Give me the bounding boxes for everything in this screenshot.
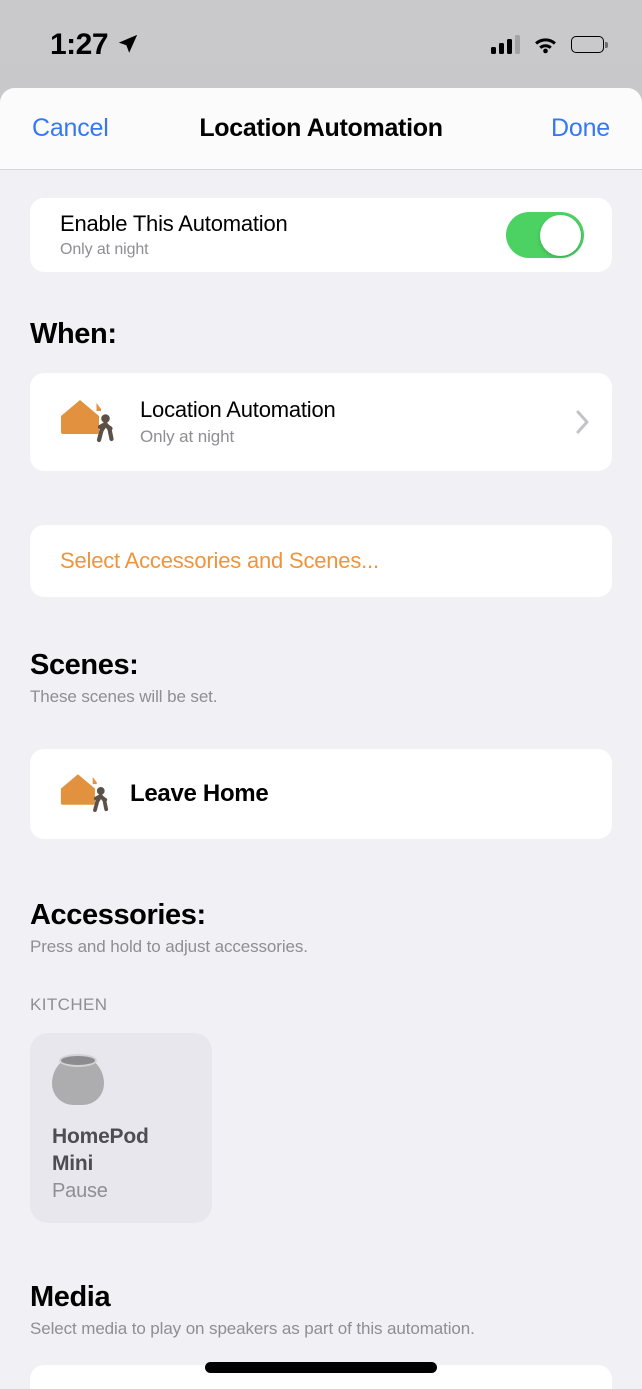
accessories-section-header: Accessories: Press and hold to adjust ac… [30, 899, 612, 957]
location-automation-row[interactable]: Location Automation Only at night [30, 373, 612, 471]
accessory-name: HomePod Mini [52, 1124, 190, 1178]
scenes-heading: Scenes: [30, 649, 612, 682]
scenes-subheading: These scenes will be set. [30, 687, 612, 707]
media-section-header: Media Select media to play on speakers a… [30, 1281, 612, 1339]
enable-automation-title: Enable This Automation [60, 211, 288, 237]
navigation-bar: Cancel Location Automation Done [0, 88, 642, 170]
homepod-mini-icon [52, 1053, 104, 1105]
cancel-button[interactable]: Cancel [32, 114, 109, 143]
toggle-knob [540, 215, 581, 256]
accessories-subheading: Press and hold to adjust accessories. [30, 937, 612, 957]
cellular-signal-icon [491, 34, 520, 54]
accessory-state: Pause [52, 1180, 190, 1203]
scenes-section-header: Scenes: These scenes will be set. [30, 649, 612, 707]
location-arrow-icon [117, 33, 139, 55]
home-leaving-icon [60, 770, 112, 818]
location-automation-title: Location Automation [140, 397, 576, 423]
enable-automation-subtitle: Only at night [60, 241, 288, 259]
scene-row-leave-home[interactable]: Leave Home [30, 749, 612, 839]
status-bar-left: 1:27 [50, 28, 139, 60]
status-bar-clock: 1:27 [50, 28, 108, 60]
modal-sheet: Cancel Location Automation Done Enable T… [0, 88, 642, 1389]
scene-name: Leave Home [130, 780, 268, 808]
scroll-content: Enable This Automation Only at night Whe… [0, 198, 642, 1389]
wifi-icon [532, 34, 559, 54]
enable-automation-row[interactable]: Enable This Automation Only at night [30, 198, 612, 272]
status-bar-right [491, 34, 604, 54]
accessory-group-label-kitchen: KITCHEN [30, 995, 612, 1015]
home-leaving-icon [60, 396, 118, 448]
enable-automation-texts: Enable This Automation Only at night [60, 211, 288, 259]
enable-automation-toggle[interactable] [506, 212, 584, 258]
accessory-tile-homepod-mini[interactable]: HomePod Mini Pause [30, 1033, 212, 1223]
accessories-heading: Accessories: [30, 899, 612, 932]
location-automation-subtitle: Only at night [140, 427, 576, 447]
chevron-right-icon [576, 410, 590, 434]
battery-icon [571, 36, 604, 53]
media-heading: Media [30, 1281, 612, 1314]
when-section-heading: When: [30, 318, 612, 351]
media-subheading: Select media to play on speakers as part… [30, 1319, 612, 1339]
select-accessories-and-scenes-button[interactable]: Select Accessories and Scenes... [30, 525, 612, 597]
done-button[interactable]: Done [551, 114, 610, 143]
status-bar: 1:27 [0, 0, 642, 88]
select-accessories-label: Select Accessories and Scenes... [60, 548, 379, 574]
location-automation-texts: Location Automation Only at night [140, 397, 576, 447]
accessory-tile-texts: HomePod Mini Pause [52, 1124, 190, 1203]
home-indicator[interactable] [205, 1362, 437, 1373]
